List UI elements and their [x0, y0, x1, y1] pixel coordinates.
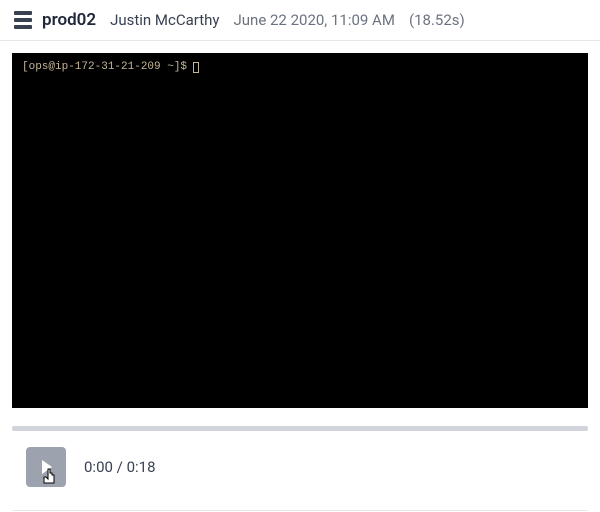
- terminal-container: [ops@ip-172-31-21-209 ~]$: [0, 41, 600, 420]
- session-header: prod02 Justin McCarthy June 22 2020, 11:…: [0, 0, 600, 41]
- terminal-viewport: [ops@ip-172-31-21-209 ~]$: [12, 53, 588, 408]
- play-icon: [42, 460, 52, 474]
- playback-controls: 0:00 / 0:18: [0, 431, 600, 503]
- session-duration: (18.52s): [409, 11, 465, 29]
- playback-time: 0:00 / 0:18: [84, 458, 156, 476]
- terminal-cursor: [193, 62, 199, 73]
- divider: [12, 510, 588, 511]
- hostname: prod02: [42, 10, 96, 30]
- current-time: 0:00: [84, 458, 113, 476]
- terminal-prompt: [ops@ip-172-31-21-209 ~]$: [22, 61, 187, 73]
- time-separator: /: [113, 458, 127, 476]
- terminal-line: [ops@ip-172-31-21-209 ~]$: [22, 61, 578, 73]
- session-datetime: June 22 2020, 11:09 AM: [234, 11, 395, 29]
- server-icon: [14, 11, 32, 29]
- play-button[interactable]: [26, 447, 66, 487]
- total-time: 0:18: [127, 458, 156, 476]
- username: Justin McCarthy: [110, 11, 219, 29]
